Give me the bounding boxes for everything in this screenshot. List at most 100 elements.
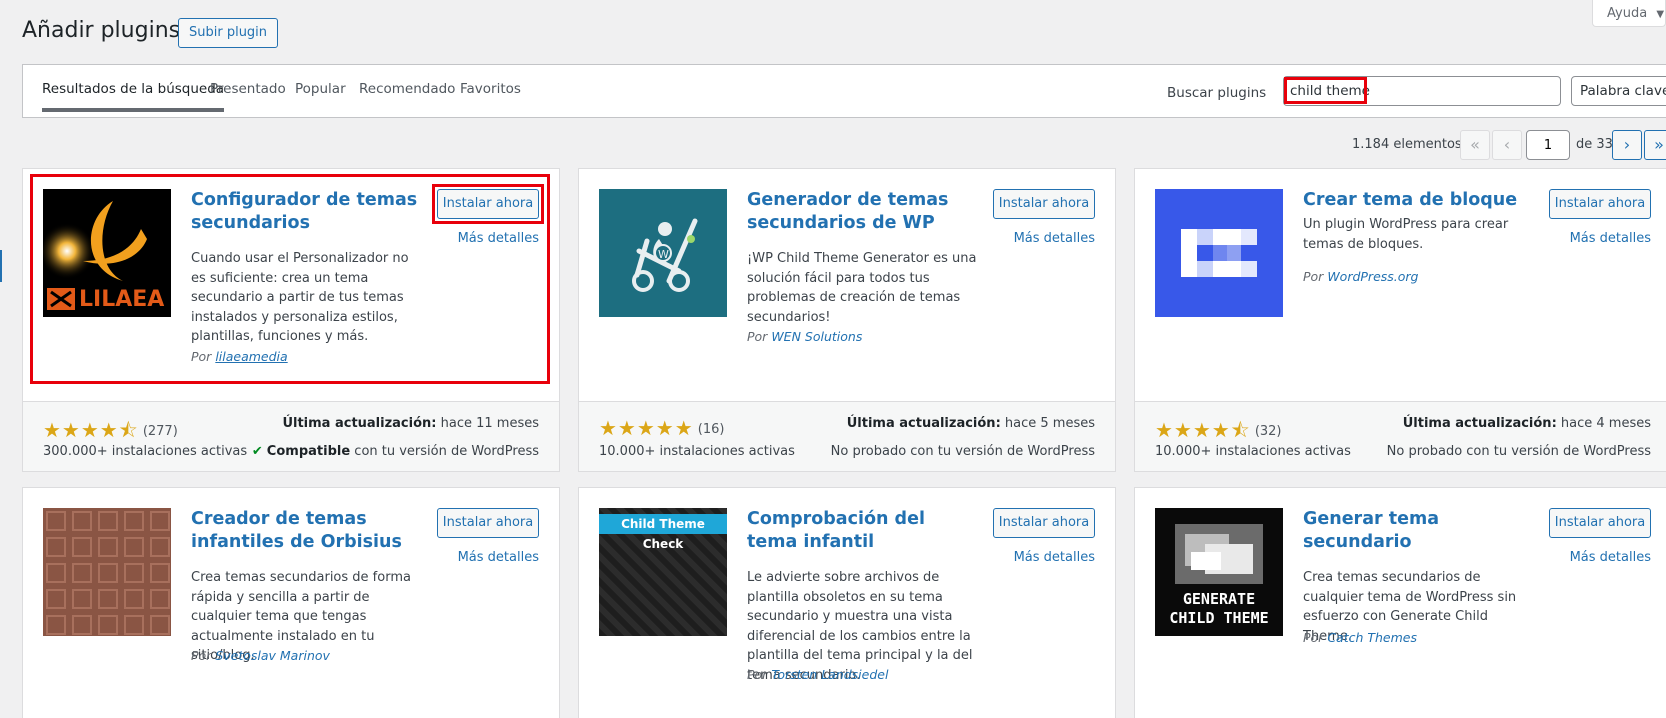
last-updated-label: Última actualización: [282,416,437,431]
search-type-value: Palabra clave [1580,83,1666,99]
search-type-select[interactable]: Palabra clave [1571,76,1666,106]
plugin-card: Creador de temas infantiles de Orbisius … [22,487,560,718]
plugin-author: Por WEN Solutions [747,329,862,344]
current-page-input[interactable] [1526,130,1570,160]
author-link[interactable]: WordPress.org [1327,269,1418,284]
search-label: Buscar plugins [1167,85,1267,101]
plugin-author: Por lilaeamedia [191,349,288,364]
plugin-author: Por Catch Themes [1303,630,1417,645]
plugin-filter-bar: Resultados de la búsqueda Presentado Pop… [22,64,1666,118]
last-updated: Última actualización: hace 5 meses [847,416,1095,431]
star-rating-icon: ★★★★⯪ [1155,418,1251,442]
page-title: Añadir plugins [22,18,181,43]
last-updated-value: hace 4 meses [1560,416,1651,431]
install-now-button[interactable]: Instalar ahora [1549,508,1651,538]
last-updated-label: Última actualización: [846,416,1001,431]
next-page-button[interactable]: › [1612,130,1642,160]
star-rating-icon: ★★★★⯪ [43,418,139,442]
plugin-description: Un plugin WordPress para crear temas de … [1303,217,1509,252]
more-details-link[interactable]: Más detalles [433,550,539,565]
plugin-author: Por WordPress.org [1303,269,1418,284]
tab-search-results[interactable]: Resultados de la búsqueda [42,81,225,112]
plugin-card: Child Theme Check Comprobación del tema … [578,487,1116,718]
plugin-card: Crear tema de bloque Un plugin WordPress… [1134,168,1666,472]
plugin-icon-child-theme-check[interactable]: Child Theme Check [599,508,727,636]
last-updated-value: hace 11 meses [440,416,539,431]
lilaea-logo-text: LILAEA [79,287,165,312]
plugin-name[interactable]: Crear tema de bloque [1303,189,1533,212]
author-prefix: Por [191,349,212,364]
last-updated: Última actualización: hace 11 meses [282,416,539,431]
last-updated: Última actualización: hace 4 meses [1403,416,1651,431]
last-updated-value: hace 5 meses [1004,416,1095,431]
install-now-button[interactable]: Instalar ahora [437,508,539,538]
last-page-button[interactable]: » [1644,130,1666,160]
rating-count: (277) [142,424,178,439]
plugin-author: Por Torsten Landsiedel [747,667,888,682]
install-now-button[interactable]: Instalar ahora [1549,189,1651,219]
upload-plugin-button[interactable]: Subir plugin [178,18,279,48]
plugin-rating: ★★★★★ (16) [599,416,724,440]
compatibility: ✔ Compatible con tu versión de WordPress [252,444,539,459]
page-total: de 33 [1576,137,1613,152]
tab-featured[interactable]: Presentado [210,81,286,112]
active-installs: 10.000+ instalaciones activas [1155,444,1351,459]
search-plugins-input[interactable] [1283,76,1561,106]
tab-favorites[interactable]: Favoritos [460,81,521,112]
active-installs: 10.000+ instalaciones activas [599,444,795,459]
plugin-name[interactable]: Comprobación del tema infantil [747,508,977,554]
more-details-link[interactable]: Más detalles [1545,550,1651,565]
last-updated-label: Última actualización: [1402,416,1557,431]
install-now-button[interactable]: Instalar ahora [437,189,539,219]
author-link[interactable]: WEN Solutions [771,329,862,344]
rating-count: (16) [697,422,725,437]
tab-popular[interactable]: Popular [295,81,346,112]
author-link[interactable]: Catch Themes [1327,630,1417,645]
more-details-link[interactable]: Más detalles [989,550,1095,565]
tab-recommended[interactable]: Recomendado [359,81,455,112]
items-count: 1.184 elementos [1352,137,1462,152]
help-tab-label: Ayuda [1607,6,1648,21]
install-now-button[interactable]: Instalar ahora [993,508,1095,538]
plugin-icon-lilaea[interactable]: LILAEA [43,189,171,317]
rating-count: (32) [1254,424,1282,439]
prev-page-button: ‹ [1492,130,1522,160]
child-theme-check-banner: Child Theme Check [599,514,727,551]
plugin-name[interactable]: Generar tema secundario [1303,508,1533,554]
plugin-name[interactable]: Configurador de temas secundarios [191,189,421,235]
logo-line-2: CHILD THEME [1169,609,1269,627]
plugin-description: Cuando usar el Personalizador no es sufi… [191,251,409,344]
author-link[interactable]: lilaeamedia [215,349,287,364]
plugin-icon-generate-child-theme[interactable]: GENERATE CHILD THEME [1155,508,1283,636]
help-tab[interactable]: Ayuda ▼ [1592,0,1666,27]
compat-strong: Compatible [266,444,351,459]
checkmark-icon: ✔ [251,444,263,459]
author-prefix: Por [747,667,768,682]
author-prefix: Por [1303,269,1324,284]
plugin-card: W Generador de temas secundarios de WP ¡… [578,168,1116,472]
admin-menu-accent [0,250,2,282]
more-details-link[interactable]: Más detalles [1545,231,1651,246]
plugin-icon-orbisius[interactable] [43,508,171,636]
compatibility: No probado con tu versión de WordPress [1386,444,1651,459]
plugin-description: ¡WP Child Theme Generator es una solució… [747,251,977,325]
plugin-icon-create-block-theme[interactable] [1155,189,1283,317]
author-prefix: Por [747,329,768,344]
logo-line-1: GENERATE [1182,590,1256,608]
author-link[interactable]: Svetoslav Marinov [215,648,330,663]
plugin-icon-stroller[interactable]: W [599,189,727,317]
first-page-button: « [1460,130,1490,160]
more-details-link[interactable]: Más detalles [433,231,539,246]
caret-down-icon: ▼ [1656,9,1665,20]
install-now-button[interactable]: Instalar ahora [993,189,1095,219]
svg-text:W: W [658,248,669,261]
active-installs: 300.000+ instalaciones activas [43,444,248,459]
plugin-name[interactable]: Generador de temas secundarios de WP [747,189,977,235]
author-link[interactable]: Torsten Landsiedel [771,667,888,682]
plugin-name[interactable]: Creador de temas infantiles de Orbisius [191,508,421,554]
plugin-author: Por Svetoslav Marinov [191,648,330,663]
more-details-link[interactable]: Más detalles [989,231,1095,246]
author-prefix: Por [1303,630,1324,645]
plugin-card: LILAEA Configurador de temas secundarios… [22,168,560,472]
compatibility: No probado con tu versión de WordPress [830,444,1095,459]
